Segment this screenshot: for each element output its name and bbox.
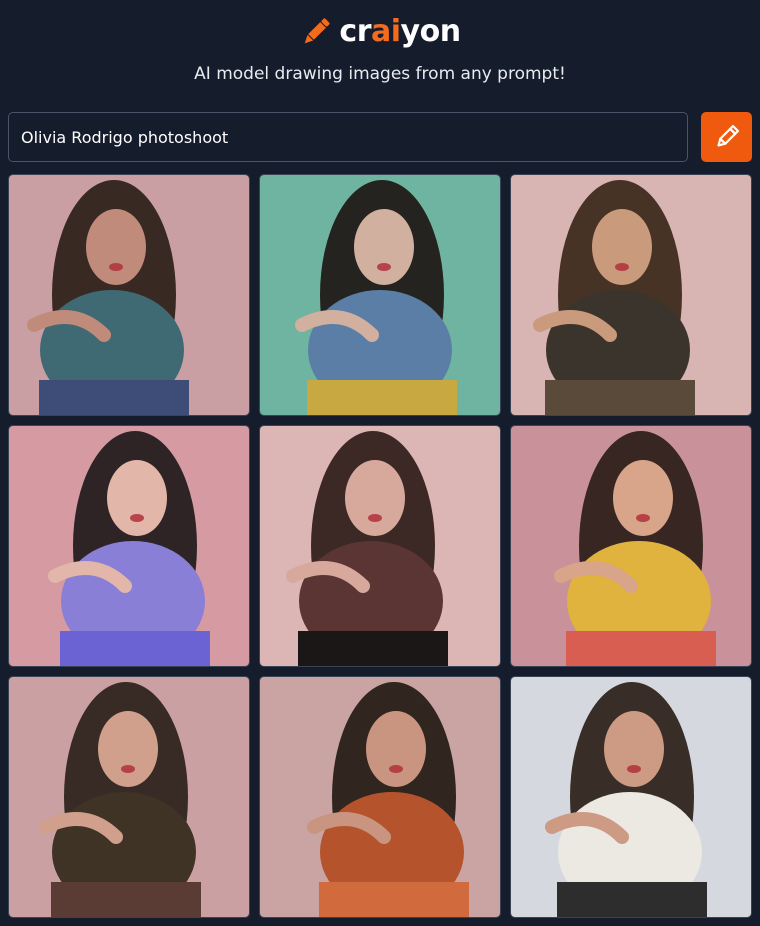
draw-button[interactable] xyxy=(701,112,752,162)
result-image-6[interactable] xyxy=(510,425,752,667)
result-image-1[interactable] xyxy=(8,174,250,416)
generated-portrait xyxy=(511,677,751,917)
prompt-bar xyxy=(8,112,752,162)
result-image-8[interactable] xyxy=(259,676,501,918)
generated-portrait xyxy=(511,175,751,415)
generated-portrait xyxy=(260,677,500,917)
result-image-7[interactable] xyxy=(8,676,250,918)
logo-wordmark[interactable]: craiyon xyxy=(339,14,462,49)
header: craiyon xyxy=(0,10,760,54)
generated-portrait xyxy=(260,426,500,666)
logo-text-post: yon xyxy=(400,14,462,49)
prompt-input[interactable] xyxy=(8,112,688,162)
result-image-3[interactable] xyxy=(510,174,752,416)
result-image-9[interactable] xyxy=(510,676,752,918)
generated-portrait xyxy=(9,426,249,666)
result-image-2[interactable] xyxy=(259,174,501,416)
generated-portrait xyxy=(9,677,249,917)
generated-portrait xyxy=(260,175,500,415)
craiyon-page: craiyon AI model drawing images from any… xyxy=(0,0,760,926)
logo-text-pre: cr xyxy=(339,14,371,49)
results-grid xyxy=(8,174,752,918)
logo-text-accent: ai xyxy=(371,14,401,49)
pencil-icon xyxy=(305,18,330,44)
generated-portrait xyxy=(511,426,751,666)
tagline: AI model drawing images from any prompt! xyxy=(194,64,566,84)
generated-portrait xyxy=(9,175,249,415)
pencil-icon xyxy=(716,124,739,147)
result-image-5[interactable] xyxy=(259,425,501,667)
result-image-4[interactable] xyxy=(8,425,250,667)
